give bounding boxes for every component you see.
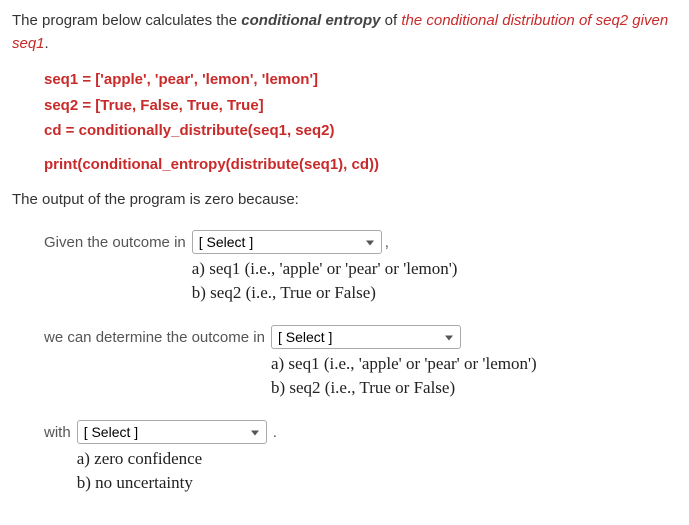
code-line-2: seq2 = [True, False, True, True] xyxy=(44,93,677,119)
row3-select-wrap: [ Select ] xyxy=(77,420,267,445)
row3-trail: . xyxy=(273,422,277,441)
row2-option-a: a) seq1 (i.e., 'apple' or 'pear' or 'lem… xyxy=(271,352,537,376)
row1-option-b: b) seq2 (i.e., True or False) xyxy=(192,281,458,305)
answer-row-2: we can determine the outcome in [ Select… xyxy=(44,325,677,400)
row3-options: a) zero confidence b) no uncertainty xyxy=(77,447,277,495)
row3-select[interactable]: [ Select ] xyxy=(77,420,267,444)
row1-trail: , xyxy=(385,232,389,251)
row2-select[interactable]: [ Select ] xyxy=(271,325,461,349)
code-line-4: print(conditional_entropy(distribute(seq… xyxy=(44,152,677,178)
intro-text-1: The program below calculates the xyxy=(12,12,241,29)
row1-label: Given the outcome in xyxy=(44,230,186,255)
answer-row-1: Given the outcome in [ Select ] , a) seq… xyxy=(44,230,677,305)
row1-select-wrap: [ Select ] xyxy=(192,230,382,255)
row2-option-b: b) seq2 (i.e., True or False) xyxy=(271,376,537,400)
row3-option-b: b) no uncertainty xyxy=(77,471,277,495)
intro-text-3: . xyxy=(45,35,49,52)
code-block: seq1 = ['apple', 'pear', 'lemon', 'lemon… xyxy=(44,67,677,177)
answer-row-3: with [ Select ] . a) zero confidence b) … xyxy=(44,420,677,495)
row2-options: a) seq1 (i.e., 'apple' or 'pear' or 'lem… xyxy=(271,352,537,400)
intro-text-2: of xyxy=(380,12,401,29)
code-line-3: cd = conditionally_distribute(seq1, seq2… xyxy=(44,118,677,144)
row1-options: a) seq1 (i.e., 'apple' or 'pear' or 'lem… xyxy=(192,257,458,305)
row3-option-a: a) zero confidence xyxy=(77,447,277,471)
row1-select[interactable]: [ Select ] xyxy=(192,230,382,254)
intro-paragraph: The program below calculates the conditi… xyxy=(12,10,677,55)
intro-emphasis: conditional entropy xyxy=(241,12,380,29)
code-line-1: seq1 = ['apple', 'pear', 'lemon', 'lemon… xyxy=(44,67,677,93)
question-text: The output of the program is zero becaus… xyxy=(12,189,677,212)
row3-label: with xyxy=(44,420,71,445)
row2-select-wrap: [ Select ] xyxy=(271,325,461,350)
row2-label: we can determine the outcome in xyxy=(44,325,265,350)
row1-option-a: a) seq1 (i.e., 'apple' or 'pear' or 'lem… xyxy=(192,257,458,281)
